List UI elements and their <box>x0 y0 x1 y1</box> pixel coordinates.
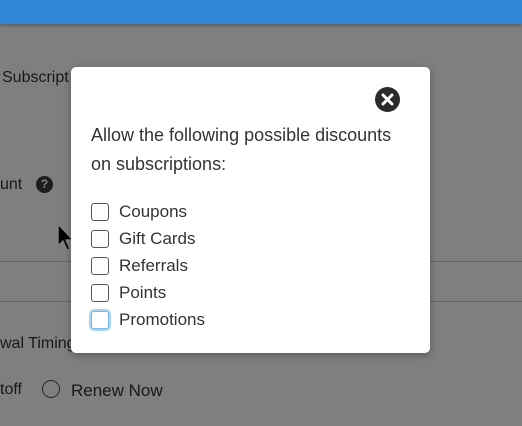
option-label: Gift Cards <box>119 228 196 248</box>
points-checkbox[interactable] <box>91 283 109 302</box>
promotions-checkbox[interactable] <box>91 310 109 329</box>
discount-option-points[interactable]: Points <box>91 279 205 306</box>
discount-option-coupons[interactable]: Coupons <box>91 198 205 225</box>
modal-prompt: Allow the following possible discounts o… <box>91 125 392 174</box>
top-bar <box>0 0 522 24</box>
close-button[interactable] <box>375 87 400 112</box>
option-label: Points <box>119 282 167 302</box>
discount-option-gift-cards[interactable]: Gift Cards <box>91 225 205 252</box>
discounts-modal: Allow the following possible discounts o… <box>71 67 430 353</box>
discount-option-promotions[interactable]: Promotions <box>91 306 205 333</box>
option-label: Promotions <box>119 309 205 329</box>
referrals-checkbox[interactable] <box>91 256 109 275</box>
discount-options-list: Coupons Gift Cards Referrals Points Prom… <box>91 198 205 333</box>
coupons-checkbox[interactable] <box>91 202 109 221</box>
close-icon <box>381 93 394 106</box>
gift-cards-checkbox[interactable] <box>91 229 109 248</box>
option-label: Referrals <box>119 255 188 275</box>
discount-option-referrals[interactable]: Referrals <box>91 252 205 279</box>
option-label: Coupons <box>119 201 188 221</box>
